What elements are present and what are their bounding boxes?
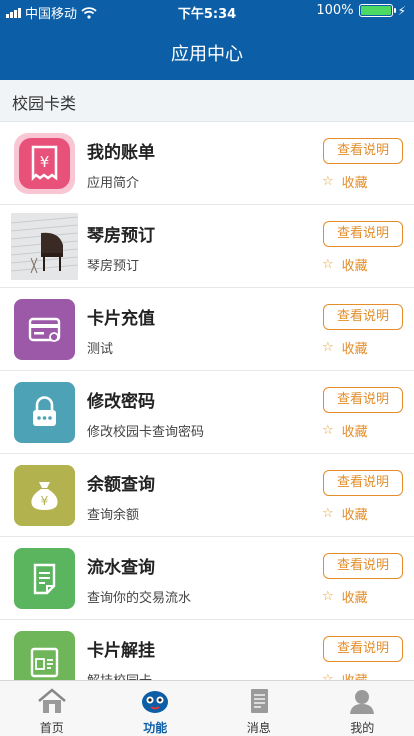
favorite-button[interactable]: ☆ 收藏: [322, 172, 368, 191]
tab-message[interactable]: 消息: [207, 681, 311, 736]
app-list[interactable]: ¥ 我的账单 应用简介 查看说明 ☆ 收藏 琴房预订 琴房预订 查看说明 ☆ 收…: [0, 122, 414, 680]
item-title: 卡片解挂: [87, 641, 155, 661]
list-item[interactable]: ¥ 我的账单 应用简介 查看说明 ☆ 收藏: [0, 122, 414, 205]
lock-icon: [14, 382, 75, 443]
money-bag-icon: ¥: [14, 465, 75, 526]
charging-icon: ⚡: [397, 3, 406, 18]
item-description: 解挂校园卡: [87, 670, 152, 680]
tab-home[interactable]: 首页: [0, 681, 104, 736]
bill-icon: ¥: [14, 133, 75, 194]
star-icon: ☆: [322, 589, 334, 604]
view-description-button[interactable]: 查看说明: [323, 553, 403, 579]
item-description: 修改校园卡查询密码: [87, 425, 205, 440]
view-description-button[interactable]: 查看说明: [323, 138, 403, 164]
list-item[interactable]: 琴房预订 琴房预订 查看说明 ☆ 收藏: [0, 205, 414, 288]
svg-text:¥: ¥: [40, 153, 50, 171]
list-item[interactable]: ¥ 余额查询 查询余额 查看说明 ☆ 收藏: [0, 454, 414, 537]
tab-label: 功能: [143, 721, 168, 735]
tab-label: 消息: [246, 721, 271, 735]
favorite-button[interactable]: ☆ 收藏: [322, 255, 368, 274]
page-title: 应用中心: [171, 44, 243, 65]
card-icon: [14, 299, 75, 360]
tab-label: 我的: [350, 721, 375, 735]
view-description-button[interactable]: 查看说明: [323, 304, 403, 330]
item-description: 查询你的交易流水: [87, 591, 192, 606]
item-title: 琴房预订: [87, 226, 155, 246]
item-title: 流水查询: [87, 558, 155, 578]
document-icon: [14, 548, 75, 609]
tab-profile[interactable]: 我的: [311, 681, 414, 736]
star-icon: ☆: [322, 340, 334, 355]
favorite-button[interactable]: ☆ 收藏: [322, 587, 368, 606]
item-description: 查询余额: [87, 508, 140, 523]
item-title: 我的账单: [87, 143, 155, 163]
status-bar: 中国移动 下午5:34 100% ⚡: [0, 0, 414, 22]
item-description: 测试: [87, 342, 114, 357]
favorite-label: 收藏: [341, 508, 368, 523]
item-description: 应用简介: [87, 176, 140, 191]
favorite-label: 收藏: [341, 425, 368, 440]
list-item[interactable]: 流水查询 查询你的交易流水 查看说明 ☆ 收藏: [0, 537, 414, 620]
section-header: 校园卡类: [0, 80, 414, 122]
home-icon: [37, 688, 66, 713]
message-icon: [250, 689, 268, 713]
item-description: 琴房预订: [87, 259, 140, 274]
top-bar: 中国移动 下午5:34 100% ⚡ 应用中心: [0, 0, 414, 80]
star-icon: ☆: [322, 423, 334, 438]
profile-icon: [350, 690, 375, 714]
piano-photo: [11, 213, 78, 280]
item-title: 修改密码: [87, 392, 155, 412]
favorite-button[interactable]: ☆ 收藏: [322, 504, 368, 523]
list-item[interactable]: 卡片解挂 解挂校园卡 查看说明 ☆ 收藏: [0, 620, 414, 680]
list-item[interactable]: 修改密码 修改校园卡查询密码 查看说明 ☆ 收藏: [0, 371, 414, 454]
battery-percent: 100%: [316, 3, 354, 18]
tab-function[interactable]: 功能: [104, 681, 208, 736]
view-description-button[interactable]: 查看说明: [323, 387, 403, 413]
favorite-button[interactable]: ☆ 收藏: [322, 421, 368, 440]
favorite-label: 收藏: [341, 342, 368, 357]
star-icon: ☆: [322, 257, 334, 272]
tab-bar: 首页 功能 消息 我的: [0, 680, 414, 736]
star-icon: ☆: [322, 174, 334, 189]
favorite-button[interactable]: ☆ 收藏: [322, 670, 368, 680]
view-description-button[interactable]: 查看说明: [323, 636, 403, 662]
svg-text:¥: ¥: [41, 494, 49, 508]
tab-label: 首页: [39, 721, 64, 735]
view-description-button[interactable]: 查看说明: [323, 470, 403, 496]
function-icon: [142, 691, 169, 713]
section-title: 校园卡类: [12, 94, 77, 113]
list-item[interactable]: 卡片充值 测试 查看说明 ☆ 收藏: [0, 288, 414, 371]
star-icon: ☆: [322, 506, 334, 521]
favorite-label: 收藏: [341, 591, 368, 606]
favorite-button[interactable]: ☆ 收藏: [322, 338, 368, 357]
item-title: 余额查询: [87, 475, 155, 495]
favorite-label: 收藏: [342, 670, 368, 680]
id-card-icon: [14, 631, 75, 680]
favorite-label: 收藏: [341, 259, 368, 274]
view-description-button[interactable]: 查看说明: [323, 221, 403, 247]
battery-icon: [358, 4, 396, 17]
favorite-label: 收藏: [341, 176, 368, 191]
item-title: 卡片充值: [87, 309, 155, 329]
star-icon: ☆: [322, 672, 334, 680]
